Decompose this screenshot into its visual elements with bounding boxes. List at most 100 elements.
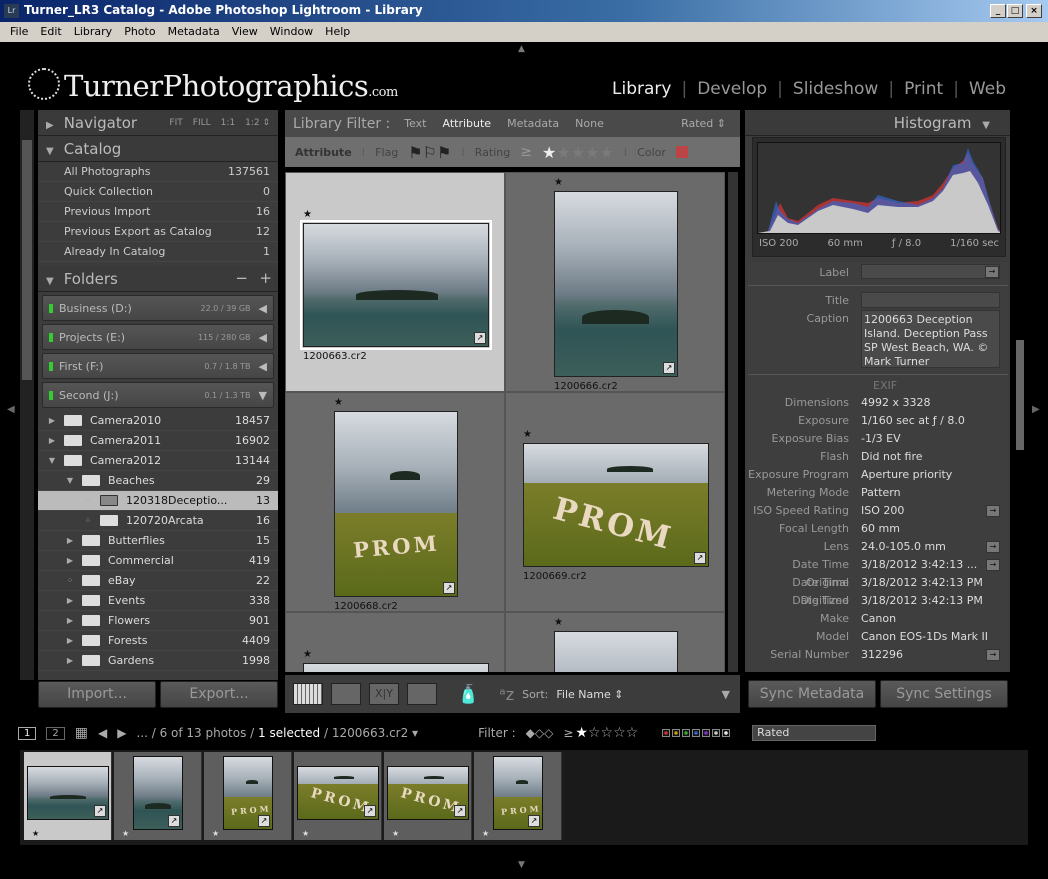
module-develop[interactable]: Develop bbox=[697, 79, 767, 99]
volume-toggle-icon[interactable]: ◀ bbox=[259, 331, 267, 344]
color-label-filter[interactable] bbox=[722, 729, 731, 737]
folder-item[interactable]: ▶ Flowers 901 bbox=[38, 611, 278, 631]
disclosure-triangle-icon[interactable]: ▶ bbox=[64, 596, 76, 605]
disclosure-triangle-icon[interactable]: ▶ bbox=[64, 556, 76, 565]
filmstrip-flag-filter-icons[interactable]: ◆◇◇ bbox=[526, 726, 554, 740]
photo-thumbnail[interactable]: PROM ↗ bbox=[297, 766, 379, 820]
grid-scrollbar[interactable] bbox=[728, 172, 738, 672]
filter-preset-select[interactable]: Rated ⇕ bbox=[681, 117, 726, 130]
volume-header[interactable]: Business (D:) 22.0 / 39 GB ◀ bbox=[42, 295, 274, 321]
folder-item[interactable]: ⁘ eBay 22 bbox=[38, 571, 278, 591]
metadata-badge-icon[interactable]: ↗ bbox=[443, 582, 455, 594]
folders-header[interactable]: ▼ Folders − + bbox=[38, 266, 278, 292]
color-label-filter[interactable] bbox=[682, 729, 691, 737]
folder-item[interactable]: ▶ Camera2010 18457 bbox=[38, 411, 278, 431]
photo-thumbnail[interactable]: PROM ↗ bbox=[223, 756, 273, 830]
catalog-header[interactable]: ▼ Catalog bbox=[38, 136, 278, 162]
arrow-icon[interactable]: → bbox=[986, 649, 1000, 661]
left-panel-toggle-icon[interactable]: ◀ bbox=[7, 404, 15, 415]
color-label-filter[interactable] bbox=[672, 729, 681, 737]
grid-cell[interactable]: ★ PROM ↗ 1200669.cr2 bbox=[505, 392, 725, 612]
next-arrow-icon[interactable]: ▶ bbox=[117, 726, 126, 740]
star-rating[interactable]: ★ bbox=[303, 209, 312, 220]
metadata-scrollbar[interactable] bbox=[1016, 340, 1024, 450]
right-panel-toggle-icon[interactable]: ▶ bbox=[1032, 404, 1040, 415]
disclosure-triangle-icon[interactable]: ⁘ bbox=[64, 576, 76, 585]
previous-arrow-icon[interactable]: ◀ bbox=[98, 726, 107, 740]
remove-folder-button[interactable]: − bbox=[235, 269, 248, 287]
metadata-badge-icon[interactable]: ↗ bbox=[258, 815, 270, 827]
catalog-item[interactable]: Already In Catalog 1 bbox=[38, 242, 278, 262]
flag-filter-icons[interactable]: ⚑⚐⚑ bbox=[408, 143, 451, 162]
volume-header[interactable]: Second (J:) 0.1 / 1.3 TB ▼ bbox=[42, 382, 274, 408]
star-rating[interactable]: ★ bbox=[554, 617, 563, 628]
menu-library[interactable]: Library bbox=[74, 25, 112, 42]
disclosure-triangle-icon[interactable]: ▶ bbox=[46, 416, 58, 425]
rating-star-icon[interactable]: ★ bbox=[571, 143, 585, 162]
rating-star-icon[interactable]: ★ bbox=[599, 143, 613, 162]
secondary-window-button[interactable]: 2 bbox=[46, 726, 65, 740]
sync-settings-button[interactable]: Sync Settings bbox=[880, 680, 1008, 708]
disclosure-triangle-icon[interactable]: ▼ bbox=[64, 476, 76, 485]
metadata-badge-icon[interactable]: ↗ bbox=[694, 552, 706, 564]
filmstrip-cell[interactable]: PROM ↗ ★ bbox=[294, 752, 382, 840]
metadata-badge-icon[interactable]: ↗ bbox=[94, 805, 106, 817]
survey-view-button[interactable] bbox=[407, 683, 437, 705]
disclosure-triangle-icon[interactable]: ▶ bbox=[64, 656, 76, 665]
menu-photo[interactable]: Photo bbox=[124, 25, 155, 42]
color-label-filter[interactable] bbox=[702, 729, 711, 737]
volume-header[interactable]: Projects (E:) 115 / 280 GB ◀ bbox=[42, 324, 274, 350]
metadata-badge-icon[interactable]: ↗ bbox=[168, 815, 180, 827]
filmstrip-rating-operator[interactable]: ≥ bbox=[563, 726, 573, 740]
star-rating[interactable]: ★ bbox=[334, 397, 343, 408]
top-panel-toggle-icon[interactable]: ▲ bbox=[518, 44, 525, 54]
folder-item[interactable]: ▼ Camera2012 13144 bbox=[38, 451, 278, 471]
disclosure-triangle-icon[interactable]: ▶ bbox=[64, 636, 76, 645]
toolbar-menu-icon[interactable]: ▼ bbox=[722, 688, 730, 701]
compare-view-button[interactable]: X|Y bbox=[369, 683, 399, 705]
photo-thumbnail[interactable]: ↗ bbox=[27, 766, 109, 820]
catalog-item[interactable]: Previous Import 16 bbox=[38, 202, 278, 222]
photo-thumbnail[interactable]: PROM ↗ bbox=[493, 756, 543, 830]
filter-tab-none[interactable]: None bbox=[575, 117, 604, 130]
module-web[interactable]: Web bbox=[969, 79, 1006, 99]
grid-cell[interactable]: ★ ↗ 1200666.cr2 bbox=[505, 172, 725, 392]
disclosure-triangle-icon[interactable]: ▼ bbox=[46, 456, 58, 465]
photo-thumbnail[interactable]: ↗ bbox=[300, 220, 492, 350]
grid-icon[interactable]: ▦ bbox=[75, 725, 88, 741]
star-rating[interactable]: ★ bbox=[523, 429, 532, 440]
menu-file[interactable]: File bbox=[10, 25, 28, 42]
disclosure-triangle-icon[interactable]: ▶ bbox=[64, 536, 76, 545]
color-label-filter[interactable] bbox=[662, 729, 671, 737]
filmstrip-cell[interactable]: ↗ ★ bbox=[114, 752, 202, 840]
close-button[interactable]: × bbox=[1026, 4, 1042, 18]
disclosure-triangle-icon[interactable]: ⁘ bbox=[82, 516, 94, 525]
title-field[interactable] bbox=[861, 292, 1000, 308]
module-library[interactable]: Library bbox=[612, 79, 671, 99]
photo-thumbnail[interactable]: ↗ bbox=[554, 631, 678, 672]
module-slideshow[interactable]: Slideshow bbox=[793, 79, 878, 99]
metadata-badge-icon[interactable]: ↗ bbox=[474, 332, 486, 344]
grid-view-button[interactable] bbox=[293, 683, 323, 705]
filmstrip-cell[interactable]: PROM ↗ ★ bbox=[474, 752, 562, 840]
main-window-button[interactable]: 1 bbox=[18, 726, 37, 740]
folder-item[interactable]: ▶ Commercial 419 bbox=[38, 551, 278, 571]
filmstrip-filter-preset-select[interactable]: Rated bbox=[752, 725, 877, 741]
filter-tab-attribute[interactable]: Attribute bbox=[443, 117, 492, 130]
rating-star-icon[interactable]: ★ bbox=[556, 143, 570, 162]
filmstrip-cell[interactable]: PROM ↗ ★ bbox=[204, 752, 292, 840]
folder-item[interactable]: ▶ Camera2011 16902 bbox=[38, 431, 278, 451]
photo-thumbnail[interactable]: PROM ↗ bbox=[334, 411, 458, 597]
grid-cell[interactable]: ★ ↗ 1200663.cr2 bbox=[285, 172, 505, 392]
volume-toggle-icon[interactable]: ◀ bbox=[259, 360, 267, 373]
arrow-icon[interactable]: → bbox=[986, 559, 1000, 571]
rating-operator[interactable]: ≥ bbox=[520, 144, 532, 160]
navigator-header[interactable]: ▶ Navigator FIT FILL 1:1 1:2 ⇕ bbox=[38, 110, 278, 136]
volume-toggle-icon[interactable]: ◀ bbox=[259, 302, 267, 315]
maximize-button[interactable]: □ bbox=[1007, 4, 1023, 18]
filmstrip-cell[interactable]: ↗ ★ bbox=[24, 752, 112, 840]
filter-tab-text[interactable]: Text bbox=[404, 117, 426, 130]
metadata-badge-icon[interactable]: ↗ bbox=[454, 805, 466, 817]
spray-can-icon[interactable]: 🧴 bbox=[457, 684, 479, 705]
folder-item[interactable]: ⁘ 120720Arcata 16 bbox=[38, 511, 278, 531]
